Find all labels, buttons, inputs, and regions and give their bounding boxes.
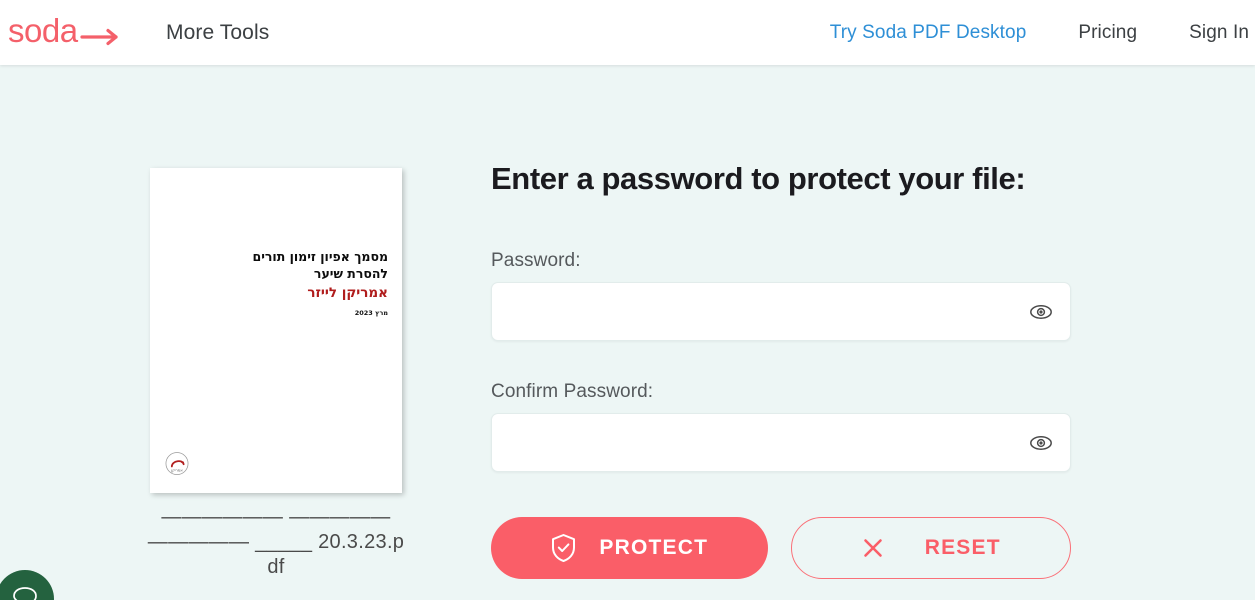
page-title: Enter a password to protect your file: — [491, 161, 1026, 196]
pdf-filename: —————— ————— ————— _____ 20.3.23.pdf — [147, 506, 405, 578]
reset-button-label: RESET — [924, 536, 1001, 559]
confirm-password-field-wrapper[interactable] — [491, 413, 1071, 472]
chat-widget-icon — [13, 587, 37, 600]
main-content: מסמך אפיון זימון תורים להסרת שיער אמריקן… — [0, 65, 1255, 600]
eye-icon — [1030, 304, 1052, 319]
password-label: Password: — [491, 250, 581, 271]
shield-check-icon — [550, 533, 577, 563]
pdf-doc-title-red: אמריקן לייזר — [307, 285, 388, 301]
nav-more-tools[interactable]: More Tools — [166, 21, 269, 45]
nav-try-soda-pdf-desktop[interactable]: Try Soda PDF Desktop — [830, 22, 1027, 44]
chat-widget-button[interactable] — [0, 570, 54, 600]
protect-button[interactable]: PROTECT — [491, 517, 768, 579]
site-header: soda More Tools Try Soda PDF Desktop Pri… — [0, 0, 1255, 65]
eye-icon — [1030, 435, 1052, 450]
close-x-icon — [861, 536, 885, 560]
pdf-thumbnail-text: מסמך אפיון זימון תורים להסרת שיער אמריקן… — [188, 248, 389, 317]
nav-sign-in[interactable]: Sign In — [1189, 22, 1249, 44]
company-circle-logo: אמריקן — [165, 452, 189, 475]
toggle-password-visibility-button[interactable] — [1028, 301, 1054, 323]
document-preview: מסמך אפיון זימון תורים להסרת שיער אמריקן… — [148, 168, 404, 580]
svg-text:אמריקן: אמריקן — [171, 469, 183, 473]
password-input[interactable] — [492, 283, 1070, 340]
soda-arrow-logo: soda — [8, 13, 118, 49]
soda-logo[interactable]: soda — [8, 0, 128, 65]
form-actions: PROTECT RESET — [491, 517, 1071, 579]
pdf-thumbnail[interactable]: מסמך אפיון זימון תורים להסרת שיער אמריקן… — [150, 168, 402, 493]
nav-pricing[interactable]: Pricing — [1078, 22, 1137, 44]
header-nav-right: Try Soda PDF Desktop Pricing Sign In — [830, 0, 1255, 65]
pdf-doc-line-2: להסרת שיער — [313, 266, 388, 281]
pdf-doc-line-1: מסמך אפיון זימון תורים — [252, 249, 389, 264]
password-form: Enter a password to protect your file: P… — [491, 160, 1071, 579]
toggle-confirm-password-visibility-button[interactable] — [1028, 432, 1054, 454]
protect-button-label: PROTECT — [599, 536, 709, 559]
confirm-password-input[interactable] — [492, 414, 1070, 471]
reset-button[interactable]: RESET — [790, 517, 1071, 579]
password-field-wrapper[interactable] — [491, 282, 1071, 341]
confirm-password-label: Confirm Password: — [491, 381, 654, 402]
pdf-doc-date: מרץ 2023 — [354, 309, 388, 317]
svg-text:soda: soda — [8, 13, 79, 49]
